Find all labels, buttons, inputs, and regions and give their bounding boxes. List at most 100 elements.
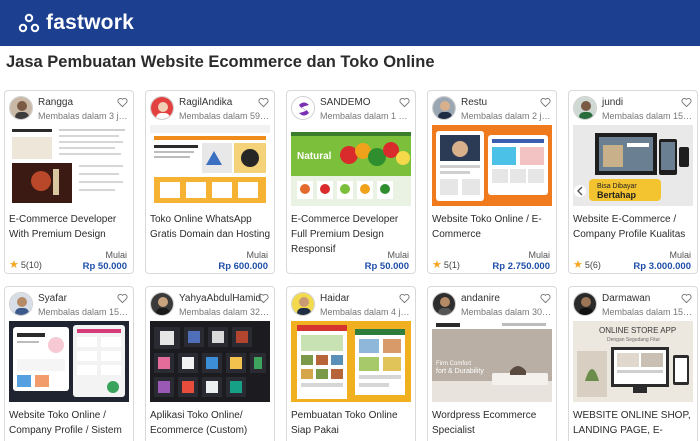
- price-prefix: Mulai: [105, 250, 127, 260]
- service-thumbnail[interactable]: Natural: [291, 125, 411, 206]
- rating-value: 5(1): [443, 260, 460, 270]
- service-thumbnail[interactable]: [150, 321, 270, 402]
- service-thumbnail[interactable]: ONLINE STORE APP Dengan Segudang Fitur: [573, 321, 693, 402]
- star-icon: ★: [432, 259, 442, 271]
- heart-icon[interactable]: [681, 97, 692, 108]
- heart-icon[interactable]: [258, 97, 269, 108]
- heart-icon[interactable]: [117, 97, 128, 108]
- service-thumbnail[interactable]: Bisa Dibayar Bertahap: [573, 125, 693, 206]
- service-title[interactable]: Pembuatan Toko Online Siap Pakai: [291, 408, 415, 438]
- service-title[interactable]: Website Toko Online / Company Profile / …: [9, 408, 133, 438]
- response-time: Membalas dalam 30 me...: [461, 307, 553, 317]
- service-title[interactable]: Toko Online WhatsApp Gratis Domain dan H…: [150, 212, 274, 242]
- seller-row: Haidar Membalas dalam 4 jam: [291, 291, 412, 321]
- seller-name[interactable]: YahyaAbdulHamid: [179, 293, 261, 304]
- service-card-haidar[interactable]: Haidar Membalas dalam 4 jam Pembuatan To…: [286, 286, 416, 441]
- service-thumbnail[interactable]: [432, 125, 552, 206]
- seller-name[interactable]: SANDEMO: [320, 97, 371, 108]
- bertahap-text: Bertahap: [597, 190, 637, 200]
- heart-icon[interactable]: [399, 97, 410, 108]
- service-thumbnail[interactable]: [291, 321, 411, 402]
- service-title[interactable]: WEBSITE ONLINE SHOP, LANDING PAGE, E-: [573, 408, 697, 438]
- avatar: [9, 96, 33, 120]
- avatar: [573, 96, 597, 120]
- service-title[interactable]: Aplikasi Toko Online/ Ecommerce (Custom): [150, 408, 274, 438]
- seller-name[interactable]: jundi: [602, 97, 623, 108]
- service-card-jundi[interactable]: jundi Membalas dalam 15 me... Bisa Dibay…: [568, 90, 698, 274]
- service-thumbnail[interactable]: Firm Comfort fort & Durability: [432, 321, 552, 402]
- response-time: Membalas dalam 59 me...: [179, 111, 271, 121]
- seller-name[interactable]: Syafar: [38, 293, 67, 304]
- online-store-text: ONLINE STORE APP: [599, 326, 676, 335]
- seller-row: YahyaAbdulHamid Membalas dalam 32 me...: [150, 291, 271, 321]
- price-value: Rp 3.000.000: [633, 261, 691, 272]
- service-card-yahyaabdulhamid[interactable]: YahyaAbdulHamid Membalas dalam 32 me...: [145, 286, 275, 441]
- price-prefix: Mulai: [246, 250, 268, 260]
- service-title[interactable]: Website E-Commerce / Company Profile Kua…: [573, 212, 697, 242]
- seller-row: SANDEMO Membalas dalam 1 menit: [291, 95, 412, 125]
- online-store-sub: Dengan Segudang Fitur: [607, 337, 660, 343]
- response-time: Membalas dalam 3 jam: [38, 111, 130, 121]
- fastwork-logo[interactable]: fastwork: [18, 11, 134, 35]
- avatar: [291, 292, 315, 316]
- heart-icon[interactable]: [540, 97, 551, 108]
- seller-name[interactable]: andanire: [461, 293, 500, 304]
- rating: ★ 5(1): [432, 259, 460, 271]
- service-card-syafar[interactable]: Syafar Membalas dalam 15 me...: [4, 286, 134, 441]
- service-title[interactable]: E-Commerce Developer With Premium Design: [9, 212, 133, 242]
- rating-value: 5(6): [584, 260, 601, 270]
- response-time: Membalas dalam 2 jam: [461, 111, 553, 121]
- price-prefix: Mulai: [528, 250, 550, 260]
- seller-row: andanire Membalas dalam 30 me...: [432, 291, 553, 321]
- response-time: Membalas dalam 1 menit: [320, 111, 412, 121]
- service-card-sandemo[interactable]: SANDEMO Membalas dalam 1 menit Natural E…: [286, 90, 416, 274]
- service-thumbnail[interactable]: [150, 125, 270, 206]
- heart-icon[interactable]: [681, 293, 692, 304]
- service-thumbnail[interactable]: [9, 321, 129, 402]
- rating-value: 5(10): [20, 260, 42, 270]
- seller-name[interactable]: Darmawan: [602, 293, 650, 304]
- service-grid: Rangga Membalas dalam 3 jam E-Commerce D…: [4, 90, 700, 441]
- star-icon: ★: [573, 259, 583, 271]
- durability-text: fort & Durability: [436, 368, 484, 375]
- seller-name[interactable]: Restu: [461, 97, 487, 108]
- heart-icon[interactable]: [399, 293, 410, 304]
- service-card-rangga[interactable]: Rangga Membalas dalam 3 jam E-Commerce D…: [4, 90, 134, 274]
- service-card-darmawan[interactable]: Darmawan Membalas dalam 15 me... ONLINE …: [568, 286, 698, 441]
- natural-text: Natural: [297, 151, 332, 162]
- comfort-text: Firm Comfort: [436, 361, 471, 367]
- top-bar: fastwork: [0, 0, 700, 46]
- seller-row: Darmawan Membalas dalam 15 me...: [573, 291, 694, 321]
- response-time: Membalas dalam 15 me...: [602, 111, 694, 121]
- price-value: Rp 50.000: [82, 261, 127, 272]
- service-card-andanire[interactable]: andanire Membalas dalam 30 me... Firm Co…: [427, 286, 557, 441]
- star-icon: ★: [9, 259, 19, 271]
- price-value: Rp 2.750.000: [492, 261, 550, 272]
- heart-icon[interactable]: [117, 293, 128, 304]
- avatar: [432, 292, 456, 316]
- fastwork-logo-icon: [18, 13, 40, 33]
- seller-name[interactable]: Rangga: [38, 97, 73, 108]
- service-title[interactable]: Website Toko Online / E-Commerce: [432, 212, 556, 242]
- price-prefix: Mulai: [387, 250, 409, 260]
- service-title[interactable]: Wordpress Ecommerce Specialist: [432, 408, 556, 438]
- avatar: [573, 292, 597, 316]
- service-card-ragilandika[interactable]: RagilAndika Membalas dalam 59 me...: [145, 90, 275, 274]
- price-value: Rp 600.000: [218, 261, 268, 272]
- rating: ★ 5(6): [573, 259, 601, 271]
- service-thumbnail[interactable]: [9, 125, 129, 206]
- seller-row: Rangga Membalas dalam 3 jam: [9, 95, 130, 125]
- seller-name[interactable]: RagilAndika: [179, 97, 232, 108]
- heart-icon[interactable]: [258, 293, 269, 304]
- avatar: [150, 96, 174, 120]
- heart-icon[interactable]: [540, 293, 551, 304]
- avatar: [432, 96, 456, 120]
- avatar: [9, 292, 33, 316]
- response-time: Membalas dalam 32 me...: [179, 307, 271, 317]
- bisa-dibayar-text: Bisa Dibayar: [597, 183, 637, 190]
- seller-row: Restu Membalas dalam 2 jam: [432, 95, 553, 125]
- seller-name[interactable]: Haidar: [320, 293, 349, 304]
- page-title: Jasa Pembuatan Website Ecommerce dan Tok…: [6, 53, 435, 71]
- service-card-restu[interactable]: Restu Membalas dalam 2 jam Website Toko …: [427, 90, 557, 274]
- avatar: [291, 96, 315, 120]
